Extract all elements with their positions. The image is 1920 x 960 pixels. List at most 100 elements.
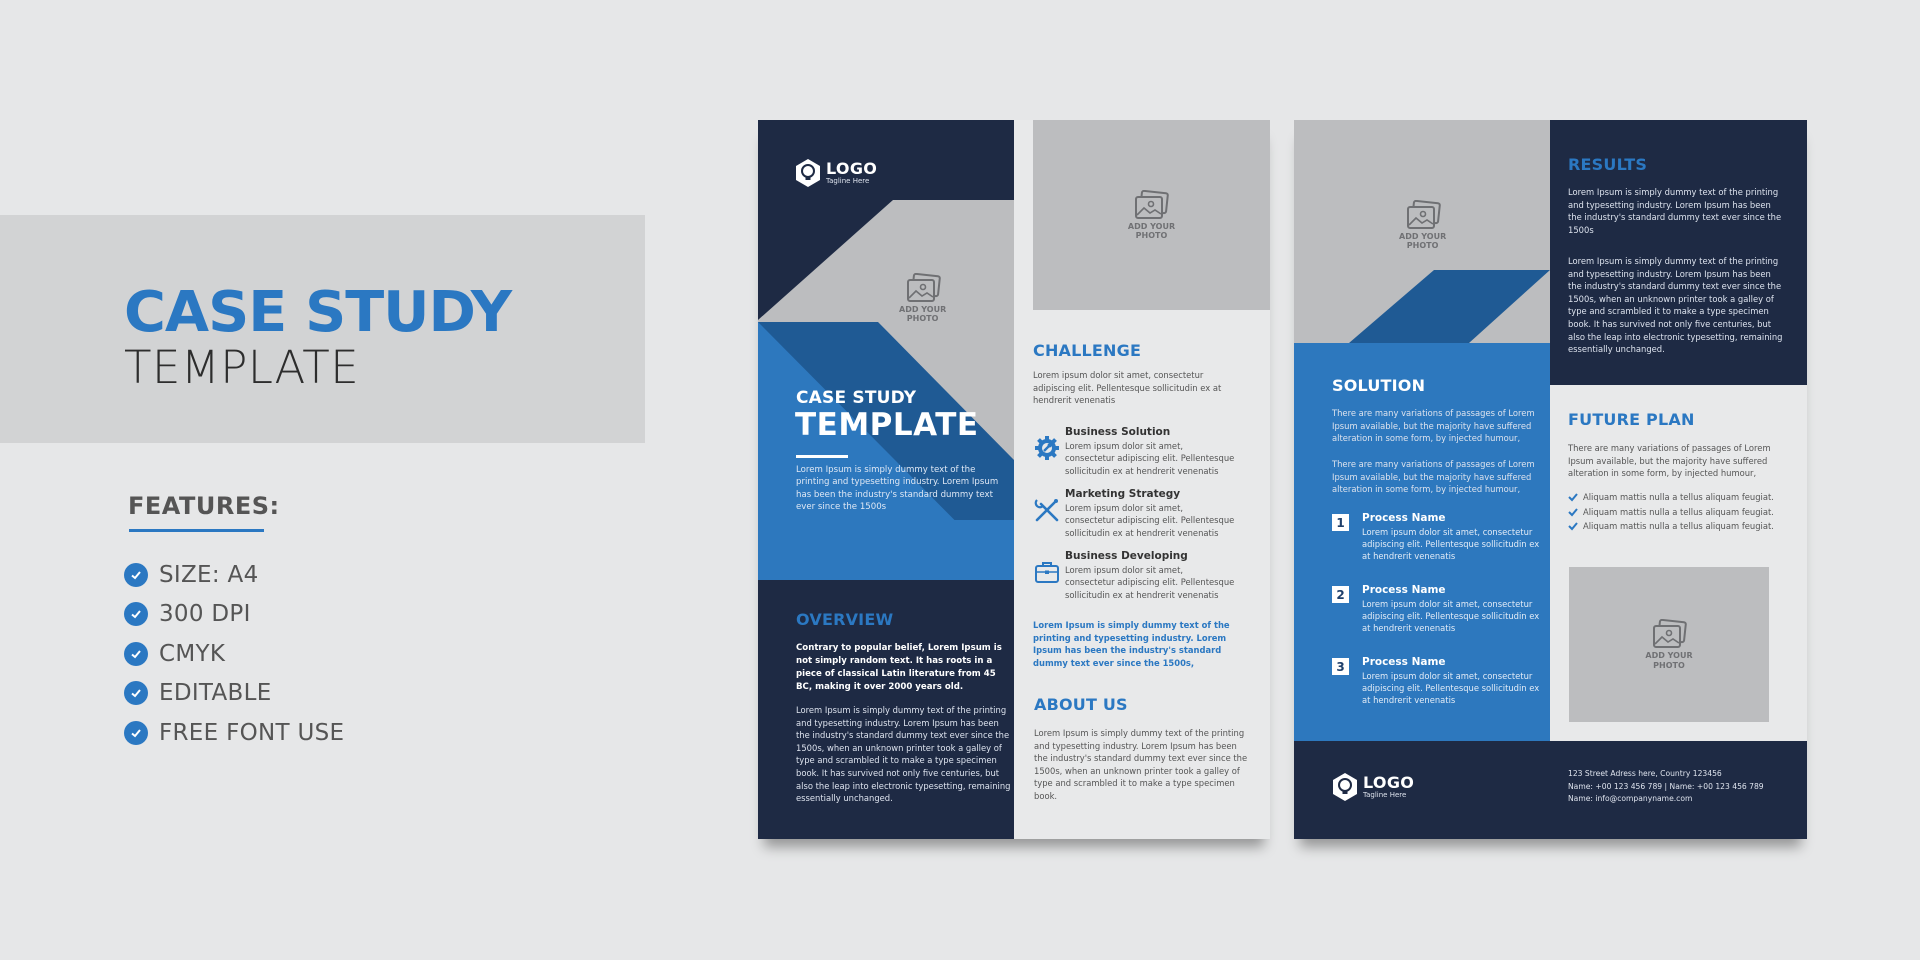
- photo-placeholder-line1: ADD YOUR: [1399, 232, 1447, 241]
- cover-text: Lorem Ipsum is simply dummy text of the …: [796, 465, 999, 513]
- challenge-body: Lorem ipsum dolor sit amet, consectetur …: [1033, 370, 1222, 406]
- checkmark-icon: [1568, 522, 1578, 531]
- logo-word: LOGO: [826, 158, 878, 178]
- footer-logo: LOGO Tagline Here: [1332, 772, 1414, 802]
- cover-photo-placeholder[interactable]: ADD YOUR PHOTO: [899, 273, 946, 323]
- bullet-text: Aliquam mattis nulla a tellus aliquam fe…: [1583, 506, 1774, 517]
- process-item: 3 Process Name Lorem ipsum dolor sit ame…: [1332, 656, 1542, 728]
- challenge-heading: CHALLENGE: [1033, 341, 1142, 360]
- results-heading: RESULTS: [1568, 155, 1648, 174]
- check-circle-icon: [124, 720, 148, 745]
- results-paragraph: Lorem Ipsum is simply dummy text of the …: [1568, 256, 1783, 355]
- features-heading: FEATURES:: [128, 492, 280, 520]
- features-list: SIZE: A4 300 DPI CMYK EDITABLE FREE FONT…: [124, 555, 344, 753]
- photo-placeholder-line1: ADD YOUR: [1127, 221, 1176, 231]
- overview-heading: OVERVIEW: [796, 610, 894, 629]
- process-number: 2: [1332, 586, 1349, 603]
- cover-kicker: CASE STUDY: [796, 388, 917, 408]
- checkmark-icon: [1568, 493, 1578, 502]
- checkmark-icon: [1568, 508, 1578, 517]
- feature-label: SIZE: A4: [159, 561, 259, 588]
- check-circle-icon: [124, 562, 148, 587]
- cover-divider: [796, 455, 848, 458]
- service-title: Marketing Strategy: [1065, 488, 1181, 500]
- logo-word: LOGO: [1363, 772, 1415, 792]
- solution-paragraph: There are many variations of passages of…: [1332, 459, 1535, 495]
- feature-label: 300 DPI: [159, 601, 251, 628]
- image-stack-icon: [906, 273, 941, 302]
- services-list: Business Solution Lorem ipsum dolor sit …: [1033, 426, 1258, 612]
- process-title: Process Name: [1362, 584, 1446, 596]
- solution-photo-placeholder[interactable]: ADD YOUR PHOTO: [1399, 200, 1446, 250]
- photo-placeholder-line1: ADD YOUR: [1645, 651, 1693, 661]
- bullet-text: Aliquam mattis nulla a tellus aliquam fe…: [1583, 521, 1774, 532]
- promo-title: CASE STUDY: [124, 280, 512, 345]
- challenge-photo-placeholder[interactable]: ADD YOUR PHOTO: [1033, 120, 1270, 310]
- brochure-page-front: LOGO Tagline Here ADD YOUR PHOTO CASE ST…: [758, 120, 1270, 839]
- overview-body: Lorem Ipsum is simply dummy text of the …: [796, 705, 1011, 804]
- cover-title: TEMPLATE: [795, 407, 979, 443]
- bullet-item: Aliquam mattis nulla a tellus aliquam fe…: [1568, 519, 1774, 534]
- brochure-page-back: ADD YOUR PHOTO SOLUTION There are many v…: [1294, 120, 1807, 839]
- future-plan-body: There are many variations of passages of…: [1568, 443, 1771, 479]
- service-desc: Lorem ipsum dolor sit amet, consectetur …: [1065, 440, 1235, 476]
- footer-email: Name: info@companyname.com: [1568, 794, 1693, 804]
- process-desc: Lorem ipsum dolor sit amet, consectetur …: [1362, 526, 1540, 562]
- bullet-item: Aliquam mattis nulla a tellus aliquam fe…: [1568, 505, 1774, 520]
- overview-lead: Contrary to popular belief, Lorem Ipsum …: [796, 643, 1002, 692]
- lightbulb-hexagon-icon: [1333, 773, 1357, 801]
- process-number: 1: [1332, 514, 1349, 531]
- results-paragraph: Lorem Ipsum is simply dummy text of the …: [1568, 187, 1782, 235]
- solution-paragraph: There are many variations of passages of…: [1332, 408, 1535, 444]
- footer-address: 123 Street Adress here, Country 123456: [1568, 769, 1722, 778]
- process-title: Process Name: [1362, 656, 1446, 668]
- feature-item: CMYK: [124, 634, 344, 674]
- photo-placeholder-line2: PHOTO: [906, 314, 939, 324]
- lightbulb-hexagon-icon: [796, 159, 820, 187]
- check-circle-icon: [124, 641, 148, 666]
- service-desc: Lorem ipsum dolor sit amet, consectetur …: [1065, 502, 1235, 538]
- future-plan-heading: FUTURE PLAN: [1568, 410, 1695, 429]
- solution-heading: SOLUTION: [1332, 376, 1426, 395]
- photo-placeholder-line2: PHOTO: [1653, 660, 1685, 670]
- footer-contact: 123 Street Adress here, Country 123456 N…: [1568, 768, 1764, 806]
- features-underline: [129, 529, 264, 532]
- future-plan-photo-placeholder[interactable]: ADD YOUR PHOTO: [1569, 567, 1769, 722]
- check-circle-icon: [124, 681, 148, 706]
- image-stack-icon: [1652, 619, 1687, 649]
- image-stack-icon: [1135, 189, 1170, 219]
- process-list: 1 Process Name Lorem ipsum dolor sit ame…: [1332, 512, 1542, 728]
- tools-icon: [1033, 488, 1065, 550]
- cover-logo: LOGO Tagline Here: [795, 158, 877, 188]
- about-heading: ABOUT US: [1034, 695, 1128, 714]
- feature-label: FREE FONT USE: [159, 719, 345, 746]
- service-title: Business Solution: [1065, 426, 1171, 438]
- gear-wrench-icon: [1033, 426, 1065, 488]
- challenge-highlight: Lorem Ipsum is simply dummy text of the …: [1033, 620, 1230, 668]
- service-item: Marketing Strategy Lorem ipsum dolor sit…: [1033, 488, 1258, 550]
- feature-label: CMYK: [159, 640, 226, 667]
- future-plan-bullets: Aliquam mattis nulla a tellus aliquam fe…: [1568, 490, 1774, 534]
- about-body: Lorem Ipsum is simply dummy text of the …: [1034, 728, 1248, 802]
- image-stack-icon: [1406, 200, 1441, 229]
- process-item: 2 Process Name Lorem ipsum dolor sit ame…: [1332, 584, 1542, 656]
- check-circle-icon: [124, 602, 148, 627]
- promo-subtitle: TEMPLATE: [124, 341, 360, 394]
- photo-placeholder-line2: PHOTO: [1135, 231, 1168, 240]
- feature-item: EDITABLE: [124, 674, 344, 714]
- process-item: 1 Process Name Lorem ipsum dolor sit ame…: [1332, 512, 1542, 584]
- logo-tagline: Tagline Here: [1363, 790, 1407, 799]
- service-item: Business Developing Lorem ipsum dolor si…: [1033, 550, 1258, 612]
- solution-accent-shape: [1349, 270, 1550, 343]
- process-desc: Lorem ipsum dolor sit amet, consectetur …: [1362, 670, 1540, 706]
- photo-placeholder-line2: PHOTO: [1406, 241, 1439, 251]
- bullet-text: Aliquam mattis nulla a tellus aliquam fe…: [1583, 492, 1774, 503]
- service-item: Business Solution Lorem ipsum dolor sit …: [1033, 426, 1258, 488]
- cover-blue-base: [758, 520, 1014, 580]
- photo-placeholder-line1: ADD YOUR: [899, 305, 947, 314]
- service-title: Business Developing: [1065, 550, 1188, 562]
- feature-label: EDITABLE: [159, 680, 272, 707]
- process-title: Process Name: [1362, 512, 1446, 524]
- feature-item: SIZE: A4: [124, 555, 344, 595]
- bullet-item: Aliquam mattis nulla a tellus aliquam fe…: [1568, 490, 1774, 505]
